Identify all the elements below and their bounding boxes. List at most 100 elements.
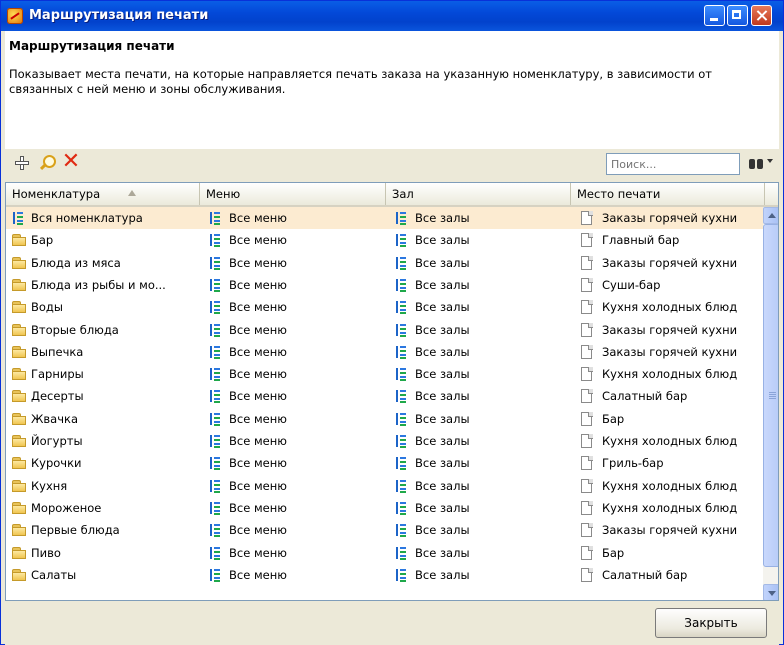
column-header-print-location[interactable]: Место печати (571, 183, 765, 205)
column-header-nomenclature[interactable]: Номенклатура (6, 183, 200, 205)
tree-icon (209, 233, 224, 247)
header-title: Маршрутизация печати (9, 39, 175, 53)
table-row[interactable]: Курочки Все меню Все залы Гриль-бар (6, 452, 763, 474)
cell-nomenclature: Блюда из рыбы и мо... (31, 277, 166, 292)
table-row[interactable]: Жвачка Все меню Все залы Бар (6, 408, 763, 430)
tree-icon (209, 211, 224, 225)
cell-print-location: Салатный бар (602, 567, 688, 582)
cell-nomenclature: Первые блюда (31, 523, 120, 538)
table-row[interactable]: Десерты Все меню Все залы Салатный бар (6, 385, 763, 407)
table-row[interactable]: Выпечка Все меню Все залы Заказы горячей ку… (6, 341, 763, 363)
cell-hall: Все залы (415, 545, 470, 560)
cell-hall: Все залы (415, 255, 470, 270)
cell-hall: Все залы (415, 367, 470, 382)
cell-print-location: Бар (602, 411, 625, 426)
search-input[interactable] (606, 153, 740, 175)
scroll-up-button[interactable] (763, 207, 778, 224)
tree-icon (395, 367, 410, 381)
table-row[interactable]: Кухня Все меню Все залы Кухня холодных блюд (6, 475, 763, 497)
title-bar[interactable]: Маршрутизация печати (1, 1, 783, 31)
cell-menu: Все меню (229, 255, 287, 270)
scroll-thumb[interactable] (763, 224, 778, 567)
close-window-button[interactable] (751, 5, 772, 26)
cell-hall: Все залы (415, 300, 470, 315)
cell-print-location: Суши-бар (602, 277, 661, 292)
cell-menu: Все меню (229, 211, 287, 225)
dialog-window: Маршрутизация печати Маршрутизация печат… (0, 0, 784, 645)
chevron-down-icon[interactable] (767, 159, 773, 163)
tree-icon (395, 323, 410, 337)
minimize-button[interactable] (704, 5, 725, 26)
tree-icon (209, 389, 224, 403)
cell-nomenclature: Йогурты (31, 434, 83, 448)
tree-icon (209, 278, 224, 292)
table-row[interactable]: Блюда из мяса Все меню Все залы Заказы горя… (6, 252, 763, 274)
cell-menu: Все меню (229, 300, 287, 315)
cell-menu: Все меню (229, 233, 287, 248)
vertical-scrollbar[interactable] (763, 207, 778, 600)
cell-menu: Все меню (229, 456, 287, 471)
table-row[interactable]: Йогурты Все меню Все залы Кухня холодных бл… (6, 430, 763, 452)
close-button[interactable]: Закрыть (655, 608, 767, 638)
header-description: Показывает места печати, на которые напр… (9, 67, 712, 96)
tree-icon (395, 434, 410, 448)
table-row[interactable]: Вторые блюда Все меню Все залы Заказы горяч… (6, 319, 763, 341)
sort-ascending-icon (128, 190, 136, 196)
cell-nomenclature: Курочки (31, 456, 82, 471)
cell-print-location: Заказы горячей кухни (602, 523, 738, 538)
plus-icon[interactable] (15, 156, 29, 170)
tree-icon (395, 345, 410, 359)
tree-icon (209, 568, 224, 582)
maximize-button[interactable] (727, 5, 748, 26)
cell-print-location: Кухня холодных блюд (602, 300, 738, 315)
cell-menu: Все меню (229, 478, 287, 493)
table-row[interactable]: Гарниры Все меню Все залы Кухня холодных бл… (6, 363, 763, 385)
cell-hall: Все залы (415, 478, 470, 493)
table-row[interactable]: Салаты Все меню Все залы Салатный бар (6, 564, 763, 586)
cell-print-location: Салатный бар (602, 389, 688, 404)
table-row[interactable]: Мороженое Все меню Все залы Кухня холодных … (6, 497, 763, 519)
table-row[interactable]: Бар Все меню Все залы Главный бар (6, 229, 763, 251)
cell-print-location: Заказы горячей кухни (602, 322, 738, 337)
cell-hall: Все залы (415, 389, 470, 404)
tree-icon (209, 434, 224, 448)
folder-icon (12, 434, 27, 448)
toolbar: ✕ (5, 149, 779, 183)
doc-icon (579, 411, 594, 426)
tree-icon (395, 389, 410, 403)
print-routing-table: Номенклатура Меню Зал Место печати Вся н… (5, 182, 779, 601)
cell-nomenclature: Воды (31, 300, 63, 315)
red-x-icon[interactable]: ✕ (61, 151, 81, 173)
folder-icon (12, 256, 27, 270)
cell-nomenclature: Блюда из мяса (31, 255, 121, 270)
cell-hall: Все залы (415, 456, 470, 471)
cell-nomenclature: Выпечка (31, 344, 84, 359)
tree-icon (209, 456, 224, 470)
window-title: Маршрутизация печати (29, 8, 209, 23)
cell-menu: Все меню (229, 523, 287, 538)
cell-menu: Все меню (229, 567, 287, 582)
tree-icon (395, 233, 410, 247)
tree-icon (209, 412, 224, 426)
doc-icon (579, 434, 594, 448)
folder-icon (12, 568, 27, 582)
scroll-down-button[interactable] (763, 584, 778, 600)
magnifier-icon[interactable] (38, 154, 56, 172)
cell-print-location: Заказы горячей кухни (602, 344, 738, 359)
column-header-menu[interactable]: Меню (200, 183, 386, 205)
doc-icon (579, 233, 594, 248)
column-header-hall[interactable]: Зал (386, 183, 571, 205)
doc-icon (579, 478, 594, 493)
tree-icon (395, 501, 410, 515)
table-row[interactable]: Первые блюда Все меню Все залы Заказы горяч… (6, 519, 763, 541)
table-header: Номенклатура Меню Зал Место печати (6, 183, 778, 207)
table-row[interactable]: Пиво Все меню Все залы Бар (6, 542, 763, 564)
cell-menu: Все меню (229, 500, 287, 515)
folder-icon (12, 479, 27, 493)
table-row[interactable]: Блюда из рыбы и мо... Все меню Все залы Суш… (6, 274, 763, 296)
table-row[interactable]: Вся номенклатура Все меню Все залы Заказы г… (6, 207, 763, 229)
cell-nomenclature: Салаты (31, 567, 77, 582)
table-row[interactable]: Воды Все меню Все залы Кухня холодных блюд (6, 296, 763, 318)
binoculars-icon[interactable] (748, 157, 764, 171)
cell-nomenclature: Пиво (31, 545, 61, 560)
